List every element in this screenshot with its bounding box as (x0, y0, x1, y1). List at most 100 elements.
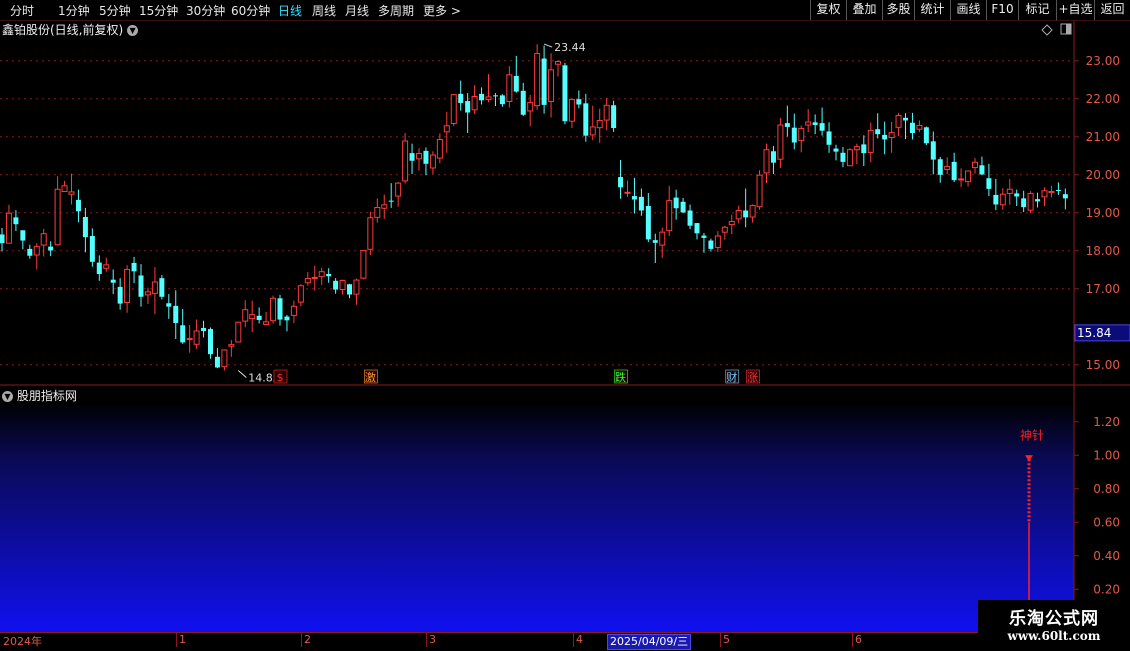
event-marker-label: 激 (365, 370, 376, 384)
candle-body (833, 148, 839, 152)
candle-body (277, 298, 283, 320)
statistics-button[interactable]: 统计 (914, 0, 950, 20)
candle-body (520, 90, 526, 115)
candle-down (48, 241, 54, 257)
candle-up (944, 157, 951, 175)
candle-body (909, 122, 915, 133)
diamond-icon[interactable] (1041, 24, 1053, 36)
candle-up (450, 94, 457, 127)
candle-up (297, 284, 304, 307)
candle-body (937, 159, 943, 175)
candle-up (805, 109, 812, 133)
candle-down (89, 228, 95, 267)
period-tab-30min[interactable]: 30分钟 (186, 2, 225, 19)
candle-up (443, 111, 450, 153)
candle-body (429, 154, 436, 169)
price-tick-label: 18.00 (1086, 244, 1120, 258)
candle-body (311, 276, 318, 279)
draw-line-button[interactable]: 画线 (950, 0, 986, 20)
candle-body (249, 314, 256, 319)
candle-down (875, 113, 881, 139)
price-tick-label: 21.00 (1086, 130, 1120, 144)
candle-up (846, 148, 853, 167)
candle-up (972, 158, 978, 174)
candle-body (958, 178, 965, 181)
f10-button[interactable]: F10 (986, 0, 1018, 20)
add-watchlist-button[interactable]: +自选 (1056, 0, 1094, 20)
candle-down (513, 55, 519, 93)
candle-up (1027, 191, 1034, 214)
square-icon[interactable] (1060, 23, 1072, 35)
candle-down (611, 100, 617, 132)
candle-body (979, 165, 985, 175)
overlay-button[interactable]: 叠加 (846, 0, 882, 20)
time-tick (176, 633, 177, 647)
indicator-tick-label: 1.00 (1093, 448, 1120, 462)
mark-button[interactable]: 标记 (1018, 0, 1056, 20)
candle-down (784, 105, 790, 137)
candle-down (180, 308, 186, 344)
chevron-down-icon[interactable]: ▼ (2, 391, 13, 402)
candle-up (311, 265, 318, 291)
period-tab-multi[interactable]: 多周期 (378, 2, 414, 19)
candle-body (221, 349, 228, 368)
candle-body (367, 217, 374, 250)
candle-body (791, 127, 797, 143)
candle-down (673, 189, 679, 220)
period-tab-weekly[interactable]: 周线 (312, 2, 336, 19)
period-tab-5min[interactable]: 5分钟 (99, 2, 131, 19)
candle-up (5, 204, 12, 244)
indicator-title[interactable]: ▼ 股朋指标网 (2, 387, 77, 404)
candle-body (13, 217, 19, 225)
candle-down (833, 144, 839, 161)
candle-down (770, 145, 776, 175)
candle-down (840, 147, 846, 168)
candle-up (61, 180, 68, 193)
candle-down (208, 327, 213, 359)
candle-body (819, 123, 825, 131)
chart-canvas[interactable]: 23.00 22.00 21.00 20.00 19.00 18.00 17.00 15.00… (0, 21, 1130, 632)
period-tab-15min[interactable]: 15分钟 (139, 2, 178, 19)
back-button[interactable]: 返回 (1094, 0, 1130, 20)
candle-down (82, 207, 88, 253)
candle-up (958, 168, 965, 187)
candle-body (360, 249, 367, 279)
candle-down (214, 348, 220, 369)
period-tab-more[interactable]: 更多 > (423, 2, 461, 19)
candle-up (471, 85, 478, 114)
candle-up (596, 108, 603, 143)
candle-body (562, 65, 568, 122)
candle-down (333, 278, 339, 294)
candle-up (221, 349, 228, 371)
candle-body (235, 321, 242, 343)
period-tab-1min[interactable]: 1分钟 (58, 2, 90, 19)
fuquan-button[interactable]: 复权 (810, 0, 846, 20)
candle-down (909, 112, 915, 140)
candle-up (735, 205, 742, 224)
candle-body (395, 182, 402, 197)
candle-body (402, 140, 409, 182)
candle-body (666, 200, 673, 232)
candle-body (687, 210, 693, 226)
candle-body (916, 124, 923, 130)
candle-down (499, 94, 505, 107)
candle-body (353, 279, 360, 295)
period-tab-monthly[interactable]: 月线 (345, 2, 369, 19)
period-tab-60min[interactable]: 60分钟 (231, 2, 270, 19)
multi-stock-button[interactable]: 多股 (882, 0, 914, 20)
candle-body (659, 231, 666, 246)
candle-body (798, 127, 805, 142)
period-tab-fenshi[interactable]: 分时 (10, 2, 34, 19)
candle-body (5, 212, 12, 244)
candle-down (708, 238, 714, 252)
candle-body (450, 94, 457, 125)
candle-body (805, 121, 812, 126)
candle-body (388, 200, 394, 202)
price-tick-label: 15.00 (1086, 358, 1120, 372)
candle-up (381, 194, 388, 219)
period-tab-daily[interactable]: 日线 (278, 2, 302, 19)
candle-body (186, 338, 193, 341)
candle-body (347, 284, 352, 295)
candle-body (193, 330, 200, 345)
candle-down (27, 244, 33, 259)
